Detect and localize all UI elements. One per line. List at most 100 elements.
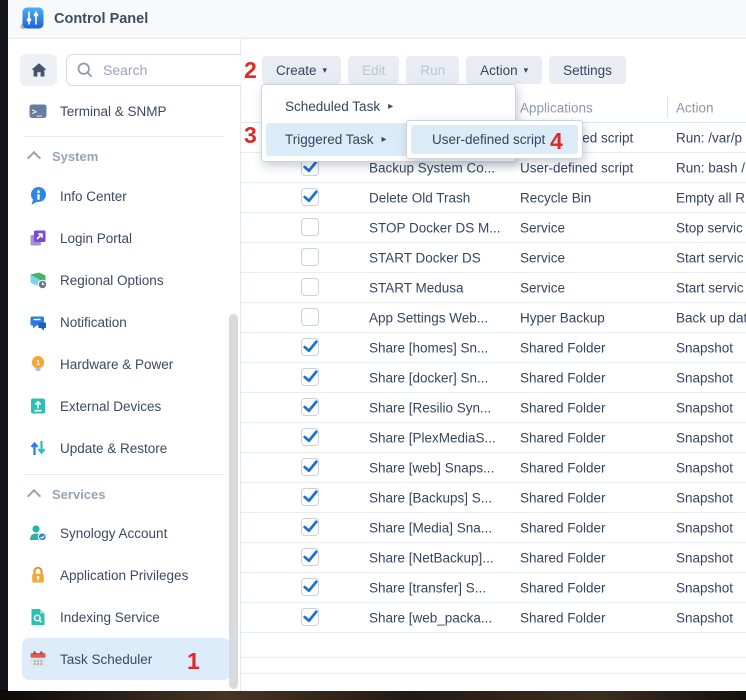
table-row[interactable]: Delete Old TrashRecycle BinEmpty all R [241, 183, 746, 213]
row-checkbox-checked[interactable] [301, 488, 319, 506]
table-row[interactable]: Share [PlexMediaS...Shared FolderSnapsho… [241, 423, 746, 453]
annotation-2: 2 [244, 59, 257, 82]
row-checkbox-unchecked[interactable] [301, 278, 319, 296]
sidebar-item-update-restore[interactable]: Update & Restore [22, 427, 230, 469]
applications-cell: Hyper Backup [520, 310, 605, 325]
settings-button[interactable]: Settings [549, 56, 626, 84]
sidebar-item-synology-account[interactable]: Synology Account [22, 512, 230, 554]
table-row[interactable]: Share [web_packa...Shared FolderSnapshot [241, 603, 746, 633]
sidebar-scrollbar-thumb[interactable] [229, 314, 238, 689]
table-row[interactable]: Share [web] Snaps...Shared FolderSnapsho… [241, 453, 746, 483]
info-center-icon [28, 186, 48, 206]
table-row[interactable]: Share [transfer] S...Shared FolderSnapsh… [241, 573, 746, 603]
sidebar-item-label: Notification [60, 315, 127, 330]
action-cell: Snapshot [676, 400, 733, 415]
applications-cell: Shared Folder [520, 400, 606, 415]
toolbar: Create ▾ Edit Run Action ▾ Settings [241, 39, 746, 84]
action-cell: Start servic [676, 280, 744, 295]
table-row[interactable]: Share [docker] Sn...Shared FolderSnapsho… [241, 363, 746, 393]
action-button[interactable]: Action ▾ [466, 56, 542, 84]
row-checkbox-checked[interactable] [301, 188, 319, 206]
task-scheduler-icon [28, 649, 48, 669]
table-row[interactable]: App Settings Web...Hyper BackupBack up d… [241, 303, 746, 333]
edit-button: Edit [348, 56, 399, 84]
caret-down-icon: ▾ [323, 66, 328, 75]
sidebar-item-external-devices[interactable]: External Devices [22, 385, 230, 427]
section-header-system[interactable]: System [8, 143, 240, 169]
sidebar-item-hardware-power[interactable]: 1Hardware & Power [22, 343, 230, 385]
empty-row [241, 658, 746, 674]
applications-cell: Shared Folder [520, 520, 606, 535]
row-checkbox-unchecked[interactable] [301, 218, 319, 236]
sidebar-item-regional-options[interactable]: Regional Options [22, 259, 230, 301]
row-checkbox-unchecked[interactable] [301, 308, 319, 326]
action-cell: Snapshot [676, 430, 733, 445]
row-checkbox-checked[interactable] [301, 368, 319, 386]
table-row[interactable]: Share [Media] Sna...Shared FolderSnapsho… [241, 513, 746, 543]
task-name-cell: Backup System Co... [369, 160, 495, 175]
table-row[interactable]: Share [Resilio Syn...Shared FolderSnapsh… [241, 393, 746, 423]
task-name-cell: Share [docker] Sn... [369, 370, 488, 385]
row-checkbox-checked[interactable] [301, 428, 319, 446]
task-name-cell: Share [Backups] S... [369, 490, 492, 505]
create-button[interactable]: Create ▾ [262, 56, 341, 84]
synology-account-icon [28, 523, 48, 543]
row-checkbox-checked[interactable] [301, 398, 319, 416]
table-row[interactable]: STOP Docker DS M... Service Stop servic [241, 213, 746, 243]
task-name-cell: START Docker DS [369, 250, 481, 265]
task-name-cell: START Medusa [369, 280, 464, 295]
table-row[interactable]: START MedusaServiceStart servic [241, 273, 746, 303]
toolbar-button-label: Run [420, 63, 445, 78]
menu-item-label: Triggered Task [285, 132, 374, 147]
action-cell: Run: /var/p [676, 130, 742, 145]
action-cell: Back up dat [676, 310, 746, 325]
sidebar-item-login-portal[interactable]: Login Portal [22, 217, 230, 259]
column-header-action[interactable]: Action [676, 100, 714, 115]
row-checkbox-unchecked[interactable] [301, 248, 319, 266]
desktop-background: Control Panel >_Terminal & SNMP System Inf… [0, 0, 746, 700]
run-button: Run [406, 56, 459, 84]
sidebar-item-application-privileges[interactable]: Application Privileges [22, 554, 230, 596]
task-name-cell: STOP Docker DS M... [369, 220, 501, 235]
sidebar-item-notification[interactable]: Notification [22, 301, 230, 343]
table-row[interactable]: Share [NetBackup]...Shared FolderSnapsho… [241, 543, 746, 573]
action-cell: Stop servic [676, 220, 743, 235]
login-portal-icon [28, 228, 48, 248]
column-header-applications[interactable]: Applications [520, 100, 593, 115]
row-checkbox-checked[interactable] [301, 518, 319, 536]
caret-down-icon: ▾ [524, 66, 529, 75]
sidebar-item-label: Login Portal [60, 231, 132, 246]
row-checkbox-checked[interactable] [301, 578, 319, 596]
chevron-up-icon [27, 488, 41, 502]
table-row[interactable]: Share [homes] Sn...Shared FolderSnapshot [241, 333, 746, 363]
toolbar-button-label: Create [276, 63, 317, 78]
row-checkbox-checked[interactable] [301, 608, 319, 626]
sidebar-item-terminal-snmp[interactable]: >_Terminal & SNMP [22, 91, 230, 131]
action-cell: Snapshot [676, 550, 733, 565]
row-checkbox-checked[interactable] [301, 548, 319, 566]
action-cell: Start servic [676, 250, 744, 265]
applications-cell: Service [520, 250, 565, 265]
task-name-cell: Delete Old Trash [369, 190, 470, 205]
applications-cell: Shared Folder [520, 490, 606, 505]
toolbar-button-label: Action [480, 63, 518, 78]
row-checkbox-checked[interactable] [301, 458, 319, 476]
annotation-3: 3 [244, 124, 257, 147]
sidebar-divider [24, 136, 224, 137]
home-button[interactable] [20, 54, 57, 86]
applications-cell: Service [520, 220, 565, 235]
sidebar-item-indexing-service[interactable]: Indexing Service [22, 596, 230, 638]
table-row[interactable]: START Docker DS Service Start servic [241, 243, 746, 273]
notification-icon [28, 312, 48, 332]
row-checkbox-checked[interactable] [301, 338, 319, 356]
table-row[interactable]: Share [Backups] S...Shared FolderSnapsho… [241, 483, 746, 513]
menu-item-scheduled-task[interactable]: Scheduled Task▸ [266, 90, 511, 123]
sidebar-item-label: Task Scheduler [60, 652, 152, 667]
sidebar-item-info-center[interactable]: Info Center [22, 175, 230, 217]
sidebar-item-label: Update & Restore [60, 441, 167, 456]
window-title: Control Panel [54, 11, 148, 27]
sidebar: >_Terminal & SNMP System Info Center Login … [8, 39, 241, 691]
sidebar-divider [24, 474, 224, 475]
submenu-arrow-icon: ▸ [388, 101, 393, 112]
section-header-services[interactable]: Services [8, 481, 240, 507]
